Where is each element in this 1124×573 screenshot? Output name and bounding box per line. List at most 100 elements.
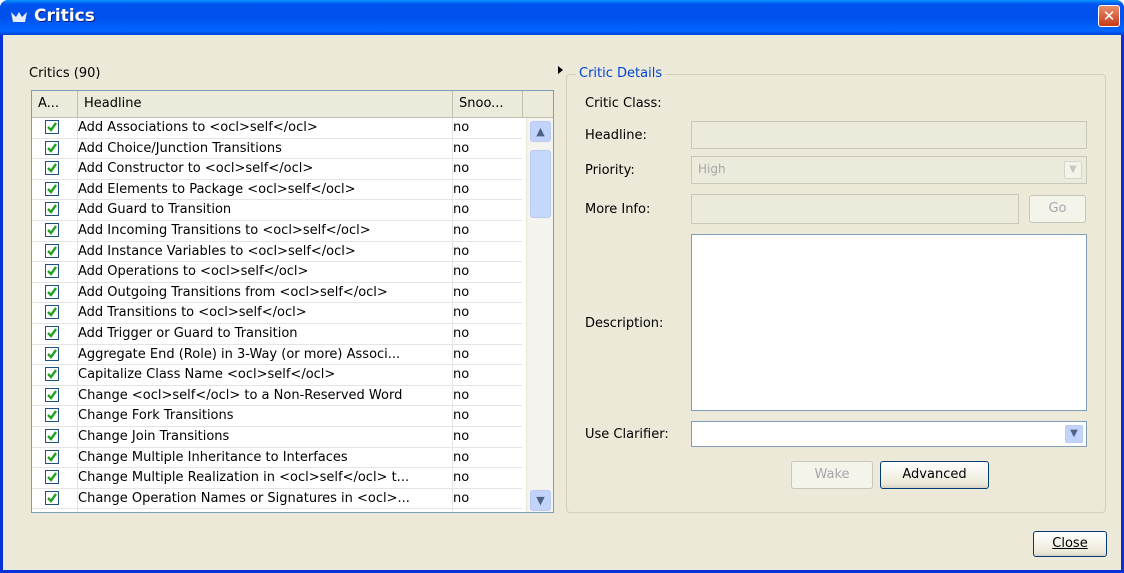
headline-cell: Add Elements to Package <ocl>self</ocl> — [78, 181, 356, 197]
active-checkbox[interactable] — [45, 243, 59, 258]
advanced-button[interactable]: Advanced — [880, 461, 989, 489]
critic-details-title: Critic Details — [576, 66, 666, 81]
snooze-cell: no — [453, 284, 470, 300]
snooze-cell: no — [453, 428, 470, 444]
column-header-headline[interactable]: Headline — [78, 91, 453, 117]
chevron-down-icon[interactable]: ▼ — [1065, 425, 1083, 443]
headline-cell: Change Join Transitions — [78, 428, 230, 444]
snooze-cell: no — [453, 202, 470, 218]
table-row[interactable]: Aggregate End (Role) in 3-Way (or more) … — [32, 345, 522, 366]
table-row[interactable]: Add Choice/Junction Transitions no — [32, 139, 522, 160]
more-info-field[interactable] — [691, 194, 1019, 224]
headline-cell: Change Multiple Inheritance to Interface… — [78, 449, 348, 465]
splitter-arrow-icon[interactable] — [558, 66, 563, 74]
snooze-cell: no — [453, 325, 470, 341]
priority-label: Priority: — [585, 163, 635, 178]
description-textarea[interactable] — [691, 234, 1087, 411]
scroll-up-icon[interactable]: ▲ — [530, 121, 551, 142]
table-row[interactable]: Add Guard to Transition no — [32, 200, 522, 221]
close-button[interactable]: Close — [1033, 531, 1107, 557]
table-row[interactable]: Change Fork Transitions no — [32, 406, 522, 427]
table-row[interactable]: Change Multiple Inheritance to Interface… — [32, 448, 522, 469]
table-row[interactable]: Add Trigger or Guard to Transition no — [32, 324, 522, 345]
active-checkbox[interactable] — [45, 325, 59, 340]
use-clarifier-label: Use Clarifier: — [585, 427, 669, 442]
table-row[interactable]: Add Instance Variables to <ocl>self</ocl… — [32, 242, 522, 263]
title-bar[interactable]: Critics ✕ — [0, 0, 1124, 35]
active-checkbox[interactable] — [45, 284, 59, 299]
chevron-down-icon[interactable]: ▼ — [1064, 161, 1082, 179]
snooze-cell: no — [453, 387, 470, 403]
active-checkbox[interactable] — [45, 161, 59, 176]
table-row[interactable]: Add Associations to <ocl>self</ocl> no — [32, 118, 522, 139]
headline-cell: Change Fork Transitions — [78, 408, 234, 424]
active-checkbox[interactable] — [45, 367, 59, 382]
vertical-scrollbar[interactable]: ▲ ▼ — [526, 118, 553, 512]
scroll-down-icon[interactable]: ▼ — [530, 490, 551, 511]
description-label: Description: — [585, 316, 664, 331]
headline-cell: Aggregate End (Role) in 3-Way (or more) … — [78, 346, 401, 362]
table-row[interactable]: Change Join Transitions no — [32, 427, 522, 448]
active-checkbox[interactable] — [45, 387, 59, 402]
active-checkbox[interactable] — [45, 470, 59, 485]
headline-cell: Add Guard to Transition — [78, 202, 232, 218]
active-checkbox[interactable] — [45, 181, 59, 196]
snooze-cell: no — [453, 449, 470, 465]
snooze-cell: no — [453, 408, 470, 424]
priority-select[interactable]: High ▼ — [691, 156, 1087, 184]
headline-cell: Add Constructor to <ocl>self</ocl> — [78, 161, 314, 177]
active-checkbox[interactable] — [45, 490, 59, 505]
table-row[interactable]: Add Elements to Package <ocl>self</ocl> n… — [32, 180, 522, 201]
active-checkbox[interactable] — [45, 346, 59, 361]
snooze-cell: no — [453, 140, 470, 156]
active-checkbox[interactable] — [45, 222, 59, 237]
headline-cell: Add Outgoing Transitions from <ocl>self<… — [78, 284, 388, 300]
headline-cell: Add Associations to <ocl>self</ocl> — [78, 120, 318, 135]
go-button[interactable]: Go — [1029, 195, 1086, 223]
active-checkbox[interactable] — [45, 408, 59, 423]
table-row[interactable]: Add Transitions to <ocl>self</ocl> no — [32, 303, 522, 324]
table-row[interactable]: Change <ocl>self</ocl> to a Non-Reserved… — [32, 386, 522, 407]
table-row[interactable]: Capitalize Class Name <ocl>self</ocl> no — [32, 365, 522, 386]
snooze-cell: no — [453, 346, 470, 362]
snooze-cell: no — [453, 161, 470, 177]
snooze-cell: no — [453, 181, 470, 197]
snooze-cell: no — [453, 264, 470, 280]
table-row[interactable]: Add Constructor to <ocl>self</ocl> no — [32, 159, 522, 180]
table-row[interactable]: Add Outgoing Transitions from <ocl>self<… — [32, 283, 522, 304]
headline-label: Headline: — [585, 128, 647, 143]
table-row[interactable]: Add Incoming Transitions to <ocl>self</o… — [32, 221, 522, 242]
headline-field[interactable] — [691, 121, 1087, 149]
column-header-active[interactable]: A... — [32, 91, 78, 117]
active-checkbox[interactable] — [45, 264, 59, 279]
active-checkbox[interactable] — [45, 305, 59, 320]
column-header-snooze[interactable]: Snoo... — [453, 91, 523, 117]
wake-button[interactable]: Wake — [791, 461, 873, 489]
active-checkbox[interactable] — [45, 140, 59, 155]
table-body: Add Associations to <ocl>self</ocl> no Add… — [32, 118, 522, 510]
headline-cell: Capitalize Class Name <ocl>self</ocl> — [78, 367, 336, 383]
table-row[interactable]: Change Operation Names or Signatures in … — [32, 489, 522, 510]
headline-cell: Add Operations to <ocl>self</ocl> — [78, 264, 309, 280]
active-checkbox[interactable] — [45, 202, 59, 217]
snooze-cell: no — [453, 305, 470, 321]
snooze-cell: no — [453, 243, 470, 259]
critics-dialog: Critics ✕ Critics (90) A... Headline Sno… — [0, 0, 1124, 573]
table-row[interactable]: Add Operations to <ocl>self</ocl> no — [32, 262, 522, 283]
row-divider — [32, 508, 522, 510]
snooze-cell: no — [453, 120, 470, 135]
scroll-thumb[interactable] — [530, 150, 551, 218]
app-logo-icon — [11, 12, 27, 22]
snooze-cell: no — [453, 222, 470, 238]
table-row[interactable]: Change Multiple Realization in <ocl>self… — [32, 468, 522, 489]
priority-value: High — [698, 162, 726, 176]
active-checkbox[interactable] — [45, 120, 59, 134]
use-clarifier-select[interactable]: ▼ — [691, 421, 1087, 447]
critics-count-label: Critics (90) — [29, 66, 101, 81]
window-title: Critics — [34, 6, 95, 26]
active-checkbox[interactable] — [45, 449, 59, 464]
headline-cell: Change Operation Names or Signatures in … — [78, 490, 410, 506]
close-window-icon[interactable]: ✕ — [1098, 5, 1120, 27]
active-checkbox[interactable] — [45, 428, 59, 443]
headline-cell: Add Choice/Junction Transitions — [78, 140, 282, 156]
